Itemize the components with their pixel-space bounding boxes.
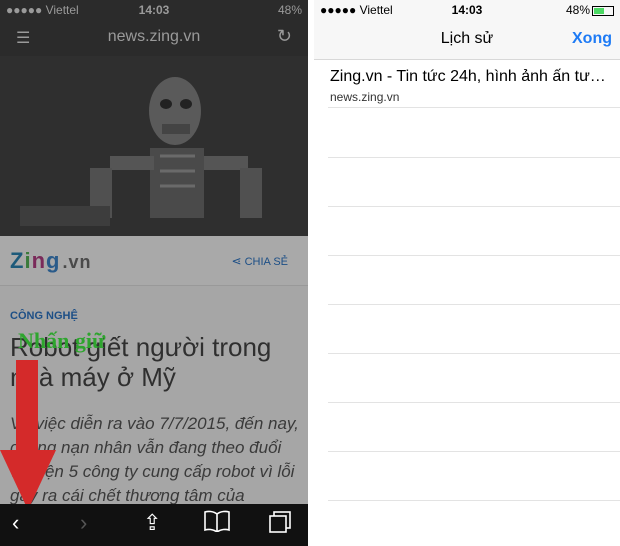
empty-row-separator [328, 255, 620, 256]
url-domain[interactable]: news.zing.vn [0, 28, 308, 46]
right-phone-screen: ●●●●● Viettel 14:03 48% Lịch sử Xong Zin… [314, 0, 620, 546]
article-hero-image [0, 56, 308, 236]
site-header: Zing .vn ⋖ CHIA SẺ [0, 236, 308, 286]
annotation-arrow [0, 360, 56, 510]
done-button[interactable]: Xong [572, 30, 612, 48]
empty-row-separator [328, 304, 620, 305]
screenshot-composite: ●●●●● Viettel 14:03 48% ☰ news.zing.vn ↻ [0, 0, 620, 546]
battery-percent: 48% [277, 3, 302, 17]
zing-logo[interactable]: Zing .vn [10, 248, 92, 274]
history-item[interactable]: Zing.vn - Tin tức 24h, hình ảnh ấn tượng… [328, 60, 620, 108]
back-button[interactable]: ‹ [12, 510, 19, 536]
empty-row-separator [328, 451, 620, 452]
history-navbar: Lịch sử Xong [314, 20, 620, 60]
share-link[interactable]: ⋖ CHIA SẺ [232, 254, 288, 268]
tabs-icon[interactable] [268, 510, 292, 540]
status-bar: ●●●●● Viettel 14:03 48% [0, 0, 308, 20]
empty-row-separator [328, 353, 620, 354]
share-icon: ⋖ [231, 254, 242, 268]
empty-row-separator [328, 500, 620, 501]
bookmarks-icon[interactable] [204, 510, 230, 538]
status-bar: ●●●●● Viettel 14:03 48% [314, 0, 620, 20]
reload-icon[interactable]: ↻ [277, 26, 292, 47]
battery-icon [592, 5, 614, 16]
share-icon[interactable]: ⇪ [143, 510, 161, 536]
history-item-title: Zing.vn - Tin tức 24h, hình ảnh ấn tượng… [330, 68, 614, 85]
url-bar[interactable]: ☰ news.zing.vn ↻ [0, 20, 308, 56]
status-time: 14:03 [138, 3, 170, 17]
share-label: CHIA SẺ [244, 256, 288, 268]
empty-row-separator [328, 206, 620, 207]
forward-button[interactable]: › [80, 510, 87, 536]
battery-indicator: 48% [566, 3, 614, 17]
left-phone-screen: ●●●●● Viettel 14:03 48% ☰ news.zing.vn ↻ [0, 0, 308, 546]
empty-row-separator [328, 157, 620, 158]
article-category[interactable]: CÔNG NGHỆ [10, 310, 78, 322]
safari-toolbar: ‹ › ⇪ [0, 504, 308, 546]
history-item-url: news.zing.vn [330, 90, 400, 104]
annotation-label: Nhấn giữ [18, 328, 106, 353]
empty-row-separator [328, 402, 620, 403]
